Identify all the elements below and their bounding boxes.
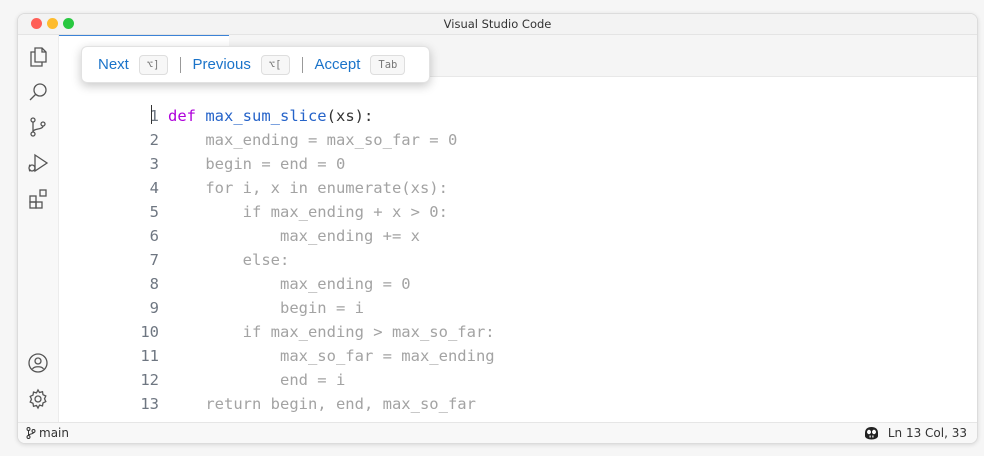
ghost-suggestion-text: return begin, end, max_so_far (168, 395, 476, 413)
search-icon[interactable] (26, 80, 50, 104)
account-icon[interactable] (26, 351, 50, 375)
extensions-icon[interactable] (26, 187, 50, 211)
status-right: Ln 13 Col, 33 (863, 426, 967, 440)
title-bar: Visual Studio Code (18, 14, 977, 35)
previous-suggestion-button[interactable]: Previous (193, 56, 251, 73)
settings-gear-icon[interactable] (26, 387, 50, 411)
copilot-icon[interactable] (863, 426, 880, 440)
branch-indicator[interactable]: main (26, 426, 69, 440)
accept-suggestion-button[interactable]: Accept (315, 56, 361, 73)
accept-shortcut-key: Tab (370, 54, 406, 75)
activity-bar (18, 35, 59, 423)
next-shortcut-key: ⌥] (138, 54, 168, 75)
line-number: 13 (140, 395, 159, 413)
code-line-5[interactable]: 5 if max_ending + x > 0: (59, 176, 448, 221)
cursor-position[interactable]: Ln 13 Col, 33 (888, 426, 967, 440)
code-line-4[interactable]: 4 for i, x in enumerate(xs): (59, 152, 448, 197)
window-title: Visual Studio Code (443, 17, 552, 31)
branch-name: main (39, 426, 69, 440)
inline-suggestion-toolbar: Next ⌥] Previous ⌥[ Accept Tab (81, 46, 430, 83)
text-cursor (151, 105, 152, 124)
code-line-11[interactable]: 11 max_so_far = max_ending (59, 320, 494, 365)
run-debug-icon[interactable] (26, 151, 50, 175)
code-line-12[interactable]: 12 end = i (59, 344, 345, 389)
code-line-1[interactable]: 1 def max_sum_slice(xs): (59, 80, 374, 125)
files-icon[interactable] (26, 45, 50, 69)
code-line-9[interactable]: 9 begin = i (59, 272, 364, 317)
status-bar: main Ln 13 Col, 33 (18, 422, 977, 443)
code-line-3[interactable]: 3 begin = end = 0 (59, 128, 346, 173)
previous-shortcut-key: ⌥[ (260, 54, 290, 75)
toolbar-divider (179, 56, 181, 73)
toolbar-divider (301, 56, 303, 73)
code-line-7[interactable]: 7 else: (59, 224, 290, 269)
next-suggestion-button[interactable]: Next (98, 56, 129, 73)
source-control-icon[interactable] (26, 115, 50, 139)
code-line-8[interactable]: 8 max_ending = 0 (59, 248, 411, 293)
branch-icon (26, 427, 36, 439)
code-editor[interactable]: 1 def max_sum_slice(xs): 2 max_ending = m… (59, 77, 977, 423)
code-line-10[interactable]: 10 if max_ending > max_so_far: (59, 296, 494, 341)
code-line-2[interactable]: 2 max_ending = max_so_far = 0 (59, 104, 458, 149)
code-line-13[interactable]: 13 return begin, end, max_so_far (59, 368, 476, 413)
code-line-6[interactable]: 6 max_ending += x (59, 200, 420, 245)
